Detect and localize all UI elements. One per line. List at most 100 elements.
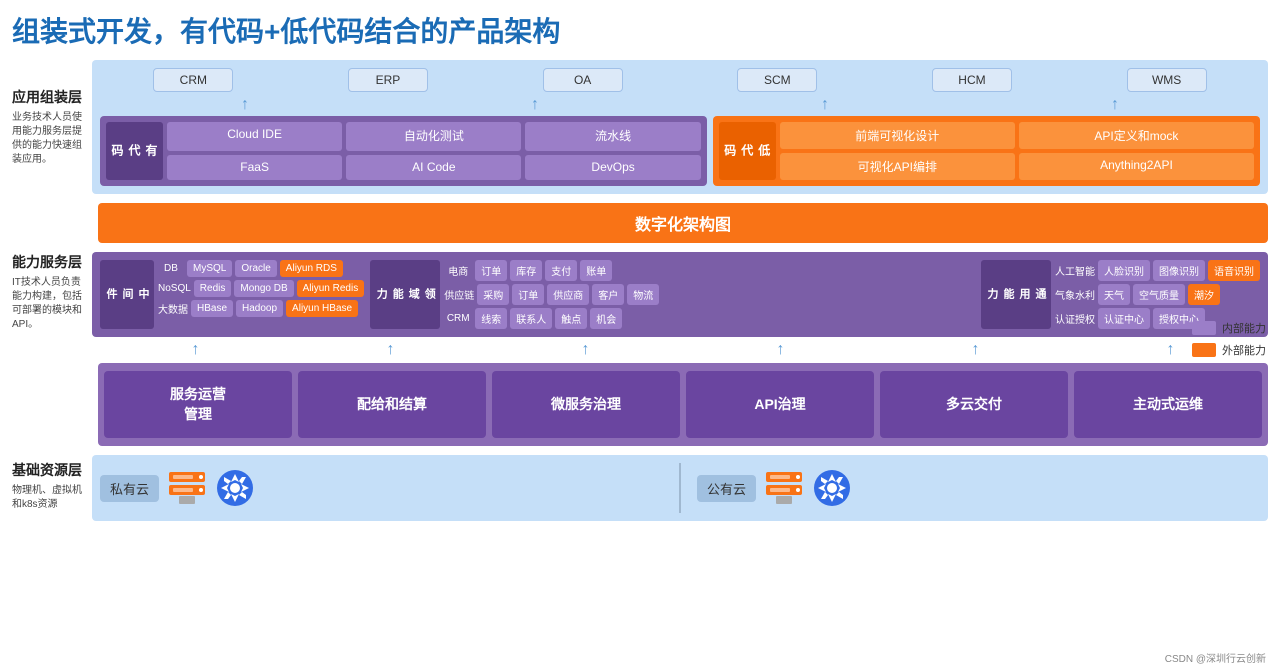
zjrow-db-label: DB [158,263,184,274]
domain-box: 领域能力 电商 订单 库存 支付 账单 供应链 采购 订单 [370,260,975,329]
zhongjian-box: 中间件 DB MySQL Oracle Aliyun RDS NoSQL Red… [100,260,364,329]
capability-layer-desc: IT技术人员负责能力构建，包括可部署的模块和API。 [12,276,86,332]
private-server-icon [165,466,209,510]
gen-face: 人脸识别 [1098,260,1150,281]
app-layer-row: 应用组装层 业务技术人员使用能力服务层提供的能力快速组装应用。 CRM ERP … [12,60,1268,194]
app-section: CRM ERP OA SCM HCM WMS ↑ ↑ ↑ ↑ 有代码 [92,60,1268,194]
dom-lead: 线索 [475,308,507,329]
dom-crm-label: CRM [444,313,472,324]
gen-tide: 潮汐 [1188,284,1220,305]
zj-aliyun-rds: Aliyun RDS [280,260,343,277]
zj-hadoop: Hadoop [236,300,283,317]
dom-supply-label: 供应链 [444,287,474,302]
private-k8s-icon [215,468,255,508]
gen-ai-label: 人工智能 [1055,263,1095,278]
legend: 内部能力 外部能力 [1192,320,1266,358]
arrow-4: ↑ [1111,96,1119,114]
top-apps-row: CRM ERP OA SCM HCM WMS [100,68,1260,92]
zjrow-nosql: NoSQL Redis Mongo DB Aliyun Redis [158,280,364,297]
zj-aliyun-hbase: Aliyun HBase [286,300,358,317]
general-box: 通用能力 人工智能 人脸识别 图像识别 语音识别 气象水利 天气 空气质量 [981,260,1260,329]
legend-internal-label: 内部能力 [1222,320,1266,336]
cap-arrow-6: ↑ [1167,341,1175,359]
cap-arrow-4: ↑ [777,341,785,359]
legend-external-label: 外部能力 [1222,342,1266,358]
public-cloud-icons [762,466,852,510]
gen-voice: 语音识别 [1208,260,1260,281]
domrow-crm: CRM 线索 联系人 触点 机会 [444,308,975,329]
service-layer-row: 服务运营管理 配给和结算 微服务治理 API治理 多云交付 主动式运维 [98,363,1268,446]
app-scm: SCM [737,68,817,92]
gen-weather-label: 气象水利 [1055,287,1095,302]
youcode-pipeline: 流水线 [525,122,700,151]
capability-section: 中间件 DB MySQL Oracle Aliyun RDS NoSQL Red… [92,252,1268,337]
youcode-label: 有代码 [106,122,163,180]
app-crm: CRM [153,68,233,92]
service-billing: 配给和结算 [298,371,486,438]
domain-grid: 电商 订单 库存 支付 账单 供应链 采购 订单 供应商 客户 物流 [444,260,975,329]
youcode-aicode: AI Code [346,155,521,181]
foundation-layer-row: 基础资源层 物理机、虚拟机和k8s资源 私有云 [12,450,1268,521]
public-server-icon [762,466,806,510]
dom-payment: 支付 [545,260,577,281]
cap-arrow-2: ↑ [387,341,395,359]
private-cloud-box: 私有云 [100,466,663,510]
app-oa: OA [543,68,623,92]
dom-supplier: 供应商 [547,284,589,305]
foundation-layer-desc: 物理机、虚拟机和k8s资源 [12,484,86,512]
zhongjian-label: 中间件 [100,260,154,329]
youcode-devops: DevOps [525,155,700,181]
zj-aliyun-redis: Aliyun Redis [297,280,365,297]
zj-hbase: HBase [191,300,233,317]
genrow-weather: 气象水利 天气 空气质量 潮汐 [1055,284,1260,305]
main-container: 组装式开发，有代码+低代码结合的产品架构 应用组装层 业务技术人员使用能力服务层… [0,0,1280,671]
domrow-ecommerce: 电商 订单 库存 支付 账单 [444,260,975,281]
capability-layer-row: 能力服务层 IT技术人员负责能力构建，包括可部署的模块和API。 中间件 DB … [12,247,1268,337]
dicode-grid: 前端可视化设计 API定义和mock 可视化API编排 Anything2API [780,122,1254,180]
app-layer-desc: 业务技术人员使用能力服务层提供的能力快速组装应用。 [12,111,86,167]
capability-inner: 中间件 DB MySQL Oracle Aliyun RDS NoSQL Red… [100,260,1260,329]
domrow-supply: 供应链 采购 订单 供应商 客户 物流 [444,284,975,305]
youcode-grid: Cloud IDE 自动化测试 流水线 FaaS AI Code DevOps [167,122,701,180]
dom-logistics: 物流 [627,284,659,305]
dicode-frontend: 前端可视化设计 [780,122,1015,149]
public-k8s-icon [812,468,852,508]
watermark: CSDN @深圳行云创新 [1165,650,1266,665]
cap-arrow-3: ↑ [582,341,590,359]
legend-external: 外部能力 [1192,342,1266,358]
cloud-divider [679,463,681,513]
youcode-box: 有代码 Cloud IDE 自动化测试 流水线 FaaS AI Code Dev… [100,116,707,186]
digital-banner-row: 数字化架构图 [98,198,1268,243]
legend-internal: 内部能力 [1192,320,1266,336]
app-erp: ERP [348,68,428,92]
private-cloud-icons [165,466,255,510]
zjrow-nosql-label: NoSQL [158,283,191,294]
youcode-faas: FaaS [167,155,342,181]
dom-customer: 客户 [592,284,624,305]
dom-order: 订单 [475,260,507,281]
app-wms: WMS [1127,68,1207,92]
service-mesh: 微服务治理 [492,371,680,438]
foundation-layer-label: 基础资源层 物理机、虚拟机和k8s资源 [12,450,92,521]
genrow-ai: 人工智能 人脸识别 图像识别 语音识别 [1055,260,1260,281]
zj-mysql: MySQL [187,260,232,277]
dom-touchpoint: 触点 [555,308,587,329]
capability-layer-label: 能力服务层 IT技术人员负责能力构建，包括可部署的模块和API。 [12,247,92,337]
cap-arrow-5: ↑ [972,341,980,359]
service-multicloud: 多云交付 [880,371,1068,438]
dicode-api-visual: 可视化API编排 [780,153,1015,180]
zj-mongodb: Mongo DB [234,280,293,297]
digital-banner: 数字化架构图 [98,203,1268,243]
youcode-cloud-ide: Cloud IDE [167,122,342,151]
gen-authn: 认证中心 [1098,308,1150,329]
service-ops-active: 主动式运维 [1074,371,1262,438]
cap-arrow-1: ↑ [192,341,200,359]
dom-contact: 联系人 [510,308,552,329]
arrow-2: ↑ [531,96,539,114]
app-hcm: HCM [932,68,1012,92]
app-layer-title: 应用组装层 [12,87,86,107]
dicode-api-mock: API定义和mock [1019,122,1254,149]
legend-external-color [1192,343,1216,357]
dicode-anything2api: Anything2API [1019,153,1254,180]
app-layer-label: 应用组装层 业务技术人员使用能力服务层提供的能力快速组装应用。 [12,60,92,194]
